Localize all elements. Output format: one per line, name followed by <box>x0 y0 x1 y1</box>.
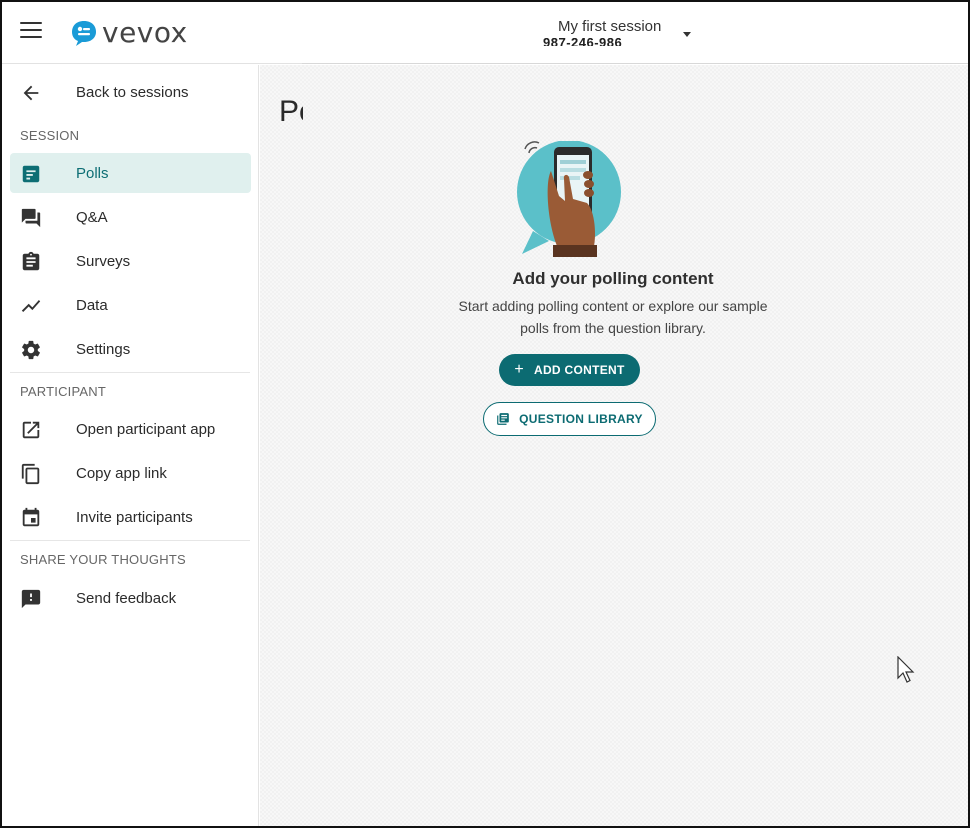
sidebar-item-label: Data <box>76 296 108 314</box>
arrow-back-icon <box>23 85 39 101</box>
gear-icon <box>22 340 40 360</box>
sidebar-item-label: Polls <box>76 164 109 182</box>
trend-icon <box>21 300 41 312</box>
sidebar-item-settings[interactable]: Settings <box>10 329 251 369</box>
sidebar-item-label: Open participant app <box>76 420 216 438</box>
logo-text: vevox <box>102 16 188 49</box>
sidebar-item-label: Copy app link <box>76 464 167 482</box>
question-library-button[interactable]: QUESTION LIBRARY <box>483 402 656 436</box>
feedback-icon <box>21 589 41 609</box>
qa-icon <box>21 208 41 228</box>
section-label-session: SESSION <box>20 128 80 143</box>
overlay-top-edge <box>302 40 968 64</box>
sidebar-item-label: Send feedback <box>76 589 177 607</box>
sidebar-item-label: Invite participants <box>76 508 193 526</box>
add-content-label: ADD CONTENT <box>534 363 625 377</box>
overlay-top-divider <box>302 63 968 64</box>
session-dropdown-chevron-icon[interactable] <box>683 32 691 37</box>
sidebar-item-qa[interactable]: Q&A <box>10 197 251 237</box>
session-id-visible: 987-246-986 <box>543 35 623 46</box>
external-link-icon <box>22 421 40 439</box>
divider <box>10 372 250 373</box>
session-title[interactable]: My first session <box>558 18 661 35</box>
empty-state-panel: Add your polling content Start adding po… <box>303 65 968 826</box>
empty-state-title: Add your polling content <box>512 269 714 288</box>
vevox-logo[interactable]: vevox <box>70 16 188 50</box>
question-library-label: QUESTION LIBRARY <box>519 412 643 426</box>
app-window: vevox My first session 987-246-986 Back … <box>0 0 970 828</box>
sidebar: Back to sessions SESSION Polls Q&A Surve… <box>2 65 259 826</box>
sidebar-item-send-feedback[interactable]: Send feedback <box>10 578 251 618</box>
copy-icon <box>21 463 40 485</box>
polls-icon <box>22 165 40 183</box>
sidebar-item-surveys[interactable]: Surveys <box>10 241 251 281</box>
vevox-logo-icon <box>72 21 96 46</box>
main-content: Polls Add your polling content Start add… <box>260 65 968 826</box>
sidebar-item-open-participant-app[interactable]: Open participant app <box>10 409 251 449</box>
section-label-feedback: SHARE YOUR THOUGHTS <box>20 552 186 567</box>
sidebar-item-copy-app-link[interactable]: Copy app link <box>10 453 251 493</box>
add-content-button[interactable]: + ADD CONTENT <box>499 354 640 386</box>
sidebar-item-polls[interactable]: Polls <box>10 153 251 193</box>
phone-polling-illustration <box>517 141 621 257</box>
page-title: Polls <box>279 95 303 128</box>
calendar-icon <box>22 507 40 527</box>
empty-state-description: Start adding polling content or explore … <box>458 298 768 336</box>
plus-icon: + <box>514 361 524 378</box>
section-label-participant: PARTICIPANT <box>20 384 106 399</box>
sidebar-item-label: Q&A <box>76 208 108 226</box>
clipboard-icon <box>22 251 40 271</box>
library-books-icon <box>497 413 509 425</box>
back-to-sessions-link[interactable]: Back to sessions <box>10 72 251 112</box>
sidebar-item-data[interactable]: Data <box>10 285 251 325</box>
hamburger-menu-icon[interactable] <box>20 22 42 42</box>
mouse-cursor-icon <box>897 656 915 683</box>
divider <box>10 540 250 541</box>
back-label: Back to sessions <box>76 83 189 101</box>
sidebar-item-invite-participants[interactable]: Invite participants <box>10 497 251 537</box>
sidebar-item-label: Settings <box>76 340 131 358</box>
sidebar-item-label: Surveys <box>76 252 131 270</box>
